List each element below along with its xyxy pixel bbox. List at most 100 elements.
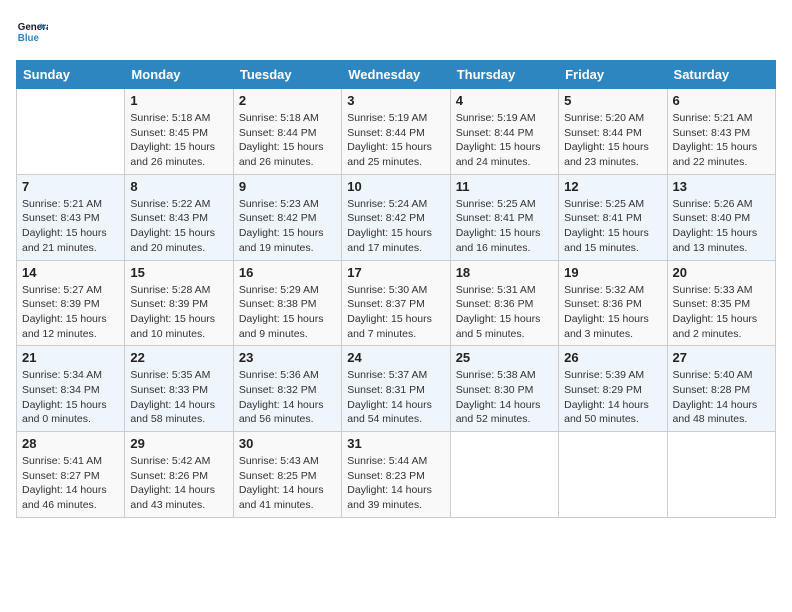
- calendar-week-5: 28 Sunrise: 5:41 AM Sunset: 8:27 PM Dayli…: [17, 432, 776, 518]
- day-number: 4: [456, 93, 553, 108]
- day-number: 26: [564, 350, 661, 365]
- calendar-cell: 30 Sunrise: 5:43 AM Sunset: 8:25 PM Dayli…: [233, 432, 341, 518]
- logo: General Blue: [16, 16, 48, 48]
- calendar-cell: 18 Sunrise: 5:31 AM Sunset: 8:36 PM Dayli…: [450, 260, 558, 346]
- calendar-week-4: 21Sunrise: 5:34 AM Sunset: 8:34 PM Dayli…: [17, 346, 776, 432]
- day-number: 14: [22, 265, 119, 280]
- day-info: Sunrise: 5:32 AM Sunset: 8:36 PM Dayligh…: [564, 283, 661, 342]
- day-number: 5: [564, 93, 661, 108]
- day-number: 16: [239, 265, 336, 280]
- day-number: 15: [130, 265, 227, 280]
- day-number: 12: [564, 179, 661, 194]
- calendar-cell: 7Sunrise: 5:21 AM Sunset: 8:43 PM Daylig…: [17, 174, 125, 260]
- day-info: Sunrise: 5:35 AM Sunset: 8:33 PM Dayligh…: [130, 368, 227, 427]
- weekday-saturday: Saturday: [667, 61, 775, 89]
- day-number: 22: [130, 350, 227, 365]
- calendar-cell: 10 Sunrise: 5:24 AM Sunset: 8:42 PM Dayli…: [342, 174, 450, 260]
- day-info: Sunrise: 5:21 AM Sunset: 8:43 PM Dayligh…: [22, 197, 119, 256]
- day-number: 2: [239, 93, 336, 108]
- day-info: Sunrise: 5:44 AM Sunset: 8:23 PM Dayligh…: [347, 454, 444, 513]
- calendar-cell: 23 Sunrise: 5:36 AM Sunset: 8:32 PM Dayli…: [233, 346, 341, 432]
- day-number: 8: [130, 179, 227, 194]
- day-info: Sunrise: 5:31 AM Sunset: 8:36 PM Dayligh…: [456, 283, 553, 342]
- calendar-cell: 4 Sunrise: 5:19 AM Sunset: 8:44 PM Daylig…: [450, 89, 558, 175]
- page-header: General Blue: [16, 16, 776, 48]
- day-info: Sunrise: 5:24 AM Sunset: 8:42 PM Dayligh…: [347, 197, 444, 256]
- day-info: Sunrise: 5:27 AM Sunset: 8:39 PM Dayligh…: [22, 283, 119, 342]
- day-info: Sunrise: 5:18 AM Sunset: 8:45 PM Dayligh…: [130, 111, 227, 170]
- calendar-cell: 29 Sunrise: 5:42 AM Sunset: 8:26 PM Dayli…: [125, 432, 233, 518]
- logo-icon: General Blue: [16, 16, 48, 48]
- day-number: 18: [456, 265, 553, 280]
- day-info: Sunrise: 5:28 AM Sunset: 8:39 PM Dayligh…: [130, 283, 227, 342]
- day-number: 10: [347, 179, 444, 194]
- day-number: 13: [673, 179, 770, 194]
- calendar-cell: [667, 432, 775, 518]
- day-info: Sunrise: 5:37 AM Sunset: 8:31 PM Dayligh…: [347, 368, 444, 427]
- weekday-sunday: Sunday: [17, 61, 125, 89]
- day-number: 3: [347, 93, 444, 108]
- day-info: Sunrise: 5:41 AM Sunset: 8:27 PM Dayligh…: [22, 454, 119, 513]
- weekday-tuesday: Tuesday: [233, 61, 341, 89]
- weekday-monday: Monday: [125, 61, 233, 89]
- day-number: 11: [456, 179, 553, 194]
- calendar-cell: 9 Sunrise: 5:23 AM Sunset: 8:42 PM Daylig…: [233, 174, 341, 260]
- calendar-week-3: 14 Sunrise: 5:27 AM Sunset: 8:39 PM Dayli…: [17, 260, 776, 346]
- calendar-cell: 22 Sunrise: 5:35 AM Sunset: 8:33 PM Dayli…: [125, 346, 233, 432]
- calendar-table: SundayMondayTuesdayWednesdayThursdayFrid…: [16, 60, 776, 518]
- day-info: Sunrise: 5:36 AM Sunset: 8:32 PM Dayligh…: [239, 368, 336, 427]
- day-number: 20: [673, 265, 770, 280]
- day-info: Sunrise: 5:29 AM Sunset: 8:38 PM Dayligh…: [239, 283, 336, 342]
- day-info: Sunrise: 5:19 AM Sunset: 8:44 PM Dayligh…: [347, 111, 444, 170]
- calendar-cell: [559, 432, 667, 518]
- day-info: Sunrise: 5:33 AM Sunset: 8:35 PM Dayligh…: [673, 283, 770, 342]
- calendar-cell: 12 Sunrise: 5:25 AM Sunset: 8:41 PM Dayli…: [559, 174, 667, 260]
- calendar-cell: 26 Sunrise: 5:39 AM Sunset: 8:29 PM Dayli…: [559, 346, 667, 432]
- calendar-cell: 8 Sunrise: 5:22 AM Sunset: 8:43 PM Daylig…: [125, 174, 233, 260]
- calendar-cell: 6Sunrise: 5:21 AM Sunset: 8:43 PM Daylig…: [667, 89, 775, 175]
- calendar-cell: 11Sunrise: 5:25 AM Sunset: 8:41 PM Dayli…: [450, 174, 558, 260]
- day-number: 25: [456, 350, 553, 365]
- calendar-cell: [450, 432, 558, 518]
- weekday-header-row: SundayMondayTuesdayWednesdayThursdayFrid…: [17, 61, 776, 89]
- calendar-cell: 24 Sunrise: 5:37 AM Sunset: 8:31 PM Dayli…: [342, 346, 450, 432]
- calendar-cell: 5Sunrise: 5:20 AM Sunset: 8:44 PM Daylig…: [559, 89, 667, 175]
- calendar-cell: 17 Sunrise: 5:30 AM Sunset: 8:37 PM Dayli…: [342, 260, 450, 346]
- day-info: Sunrise: 5:34 AM Sunset: 8:34 PM Dayligh…: [22, 368, 119, 427]
- day-info: Sunrise: 5:43 AM Sunset: 8:25 PM Dayligh…: [239, 454, 336, 513]
- calendar-week-1: 1 Sunrise: 5:18 AM Sunset: 8:45 PM Daylig…: [17, 89, 776, 175]
- day-info: Sunrise: 5:19 AM Sunset: 8:44 PM Dayligh…: [456, 111, 553, 170]
- calendar-cell: 27Sunrise: 5:40 AM Sunset: 8:28 PM Dayli…: [667, 346, 775, 432]
- day-info: Sunrise: 5:26 AM Sunset: 8:40 PM Dayligh…: [673, 197, 770, 256]
- day-number: 17: [347, 265, 444, 280]
- day-info: Sunrise: 5:38 AM Sunset: 8:30 PM Dayligh…: [456, 368, 553, 427]
- day-info: Sunrise: 5:23 AM Sunset: 8:42 PM Dayligh…: [239, 197, 336, 256]
- day-number: 19: [564, 265, 661, 280]
- calendar-cell: 28 Sunrise: 5:41 AM Sunset: 8:27 PM Dayli…: [17, 432, 125, 518]
- day-info: Sunrise: 5:42 AM Sunset: 8:26 PM Dayligh…: [130, 454, 227, 513]
- day-number: 30: [239, 436, 336, 451]
- day-number: 9: [239, 179, 336, 194]
- day-number: 28: [22, 436, 119, 451]
- day-info: Sunrise: 5:30 AM Sunset: 8:37 PM Dayligh…: [347, 283, 444, 342]
- day-info: Sunrise: 5:25 AM Sunset: 8:41 PM Dayligh…: [564, 197, 661, 256]
- calendar-cell: 3 Sunrise: 5:19 AM Sunset: 8:44 PM Daylig…: [342, 89, 450, 175]
- day-number: 23: [239, 350, 336, 365]
- calendar-cell: 21Sunrise: 5:34 AM Sunset: 8:34 PM Dayli…: [17, 346, 125, 432]
- calendar-cell: [17, 89, 125, 175]
- calendar-cell: 13 Sunrise: 5:26 AM Sunset: 8:40 PM Dayli…: [667, 174, 775, 260]
- day-info: Sunrise: 5:40 AM Sunset: 8:28 PM Dayligh…: [673, 368, 770, 427]
- day-number: 24: [347, 350, 444, 365]
- calendar-cell: 31Sunrise: 5:44 AM Sunset: 8:23 PM Dayli…: [342, 432, 450, 518]
- day-number: 6: [673, 93, 770, 108]
- day-number: 1: [130, 93, 227, 108]
- day-number: 29: [130, 436, 227, 451]
- weekday-wednesday: Wednesday: [342, 61, 450, 89]
- day-info: Sunrise: 5:22 AM Sunset: 8:43 PM Dayligh…: [130, 197, 227, 256]
- calendar-cell: 19 Sunrise: 5:32 AM Sunset: 8:36 PM Dayli…: [559, 260, 667, 346]
- calendar-cell: 14 Sunrise: 5:27 AM Sunset: 8:39 PM Dayli…: [17, 260, 125, 346]
- calendar-body: 1 Sunrise: 5:18 AM Sunset: 8:45 PM Daylig…: [17, 89, 776, 518]
- day-info: Sunrise: 5:18 AM Sunset: 8:44 PM Dayligh…: [239, 111, 336, 170]
- day-info: Sunrise: 5:39 AM Sunset: 8:29 PM Dayligh…: [564, 368, 661, 427]
- calendar-cell: 16 Sunrise: 5:29 AM Sunset: 8:38 PM Dayli…: [233, 260, 341, 346]
